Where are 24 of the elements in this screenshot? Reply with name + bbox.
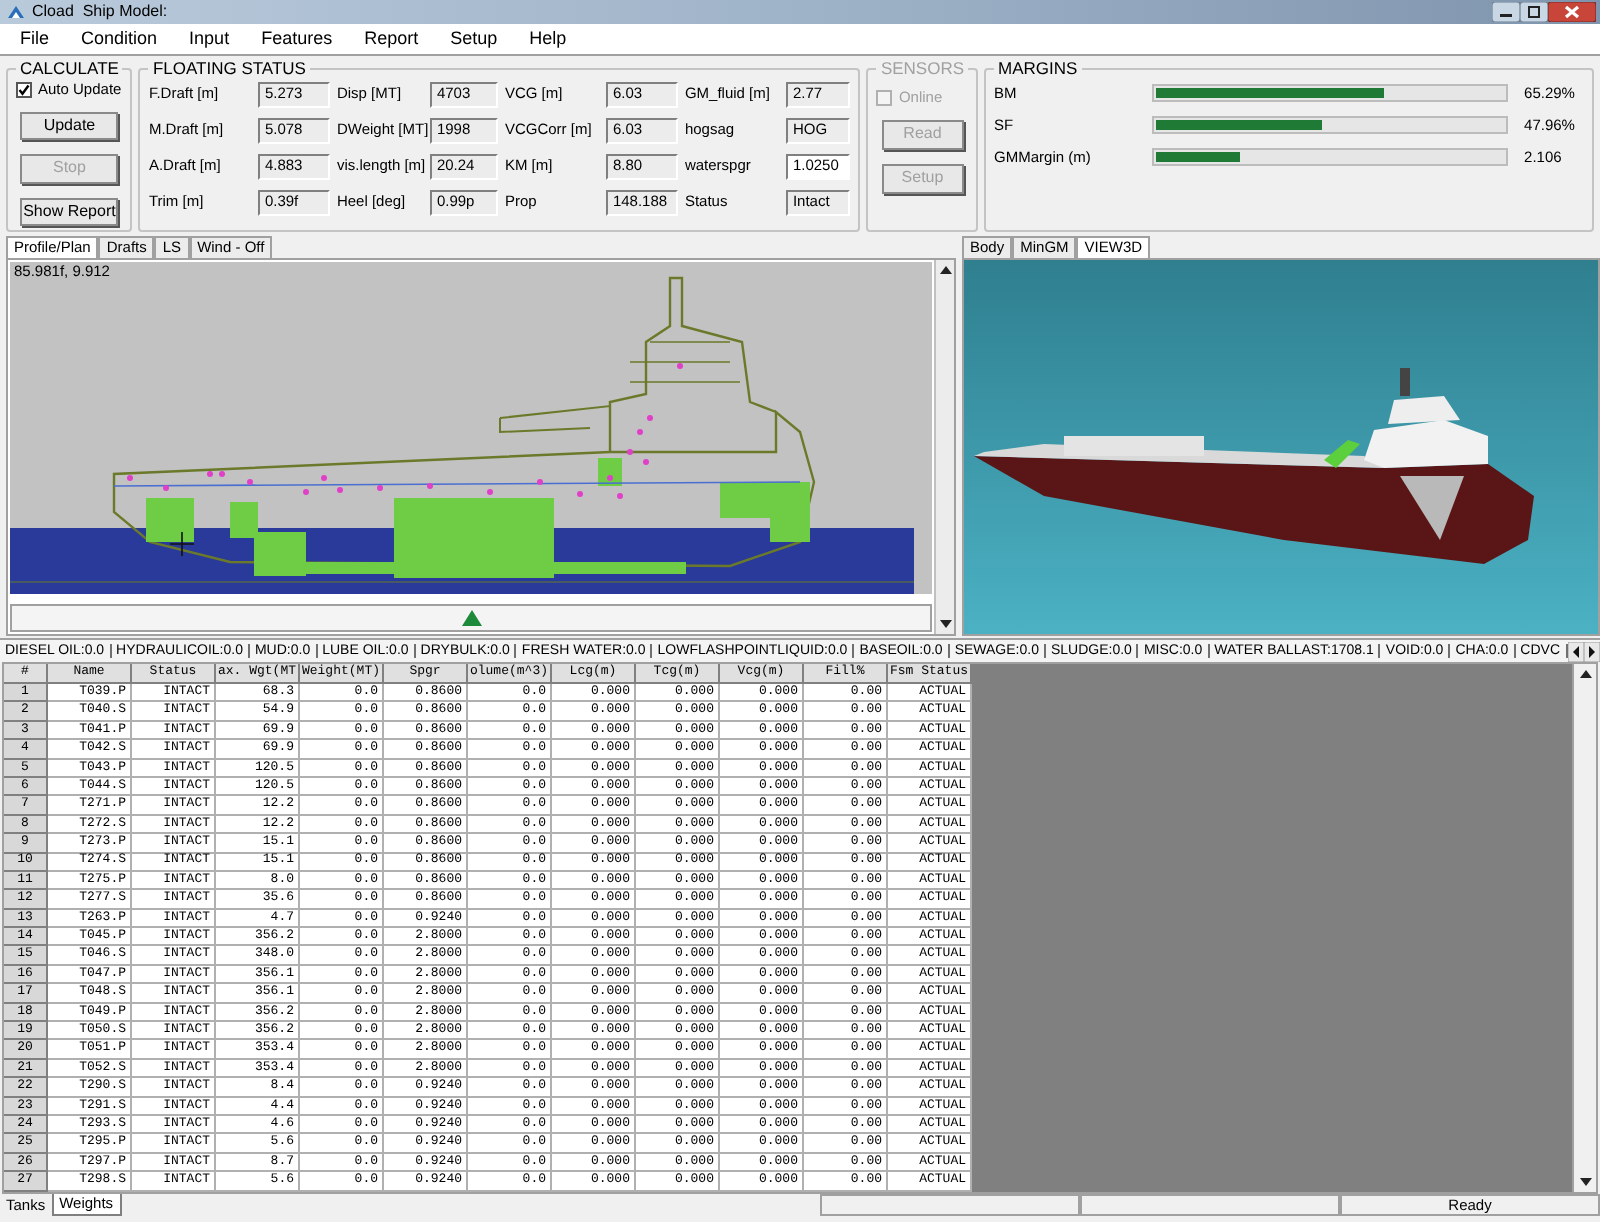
menu-item[interactable]: Help	[529, 30, 567, 48]
triangle-marker-icon[interactable]	[461, 610, 481, 626]
menu-item[interactable]: Setup	[450, 30, 498, 48]
push-button[interactable]: Show Report	[20, 197, 119, 226]
group-title: MARGINS	[996, 60, 1080, 77]
scrollbar[interactable]	[934, 260, 954, 634]
menu-item[interactable]: Condition	[81, 30, 158, 48]
push-button[interactable]: Update	[20, 111, 119, 140]
app-logo-icon	[6, 4, 26, 20]
scroll-right-icon[interactable]	[1584, 641, 1600, 661]
minimize-icon[interactable]	[1492, 1, 1520, 21]
menu-item[interactable]: Report	[364, 30, 419, 48]
menu-item[interactable]: Input	[189, 30, 230, 48]
menu-item[interactable]: Features	[261, 30, 333, 48]
group-title: FLOATING STATUS	[150, 60, 308, 77]
group-title: SENSORS	[878, 60, 967, 77]
maximize-icon[interactable]	[1520, 1, 1548, 21]
close-icon[interactable]	[1548, 1, 1596, 21]
group-title: CALCULATE	[18, 60, 121, 77]
checkbox[interactable]	[16, 81, 32, 97]
menu-item[interactable]: File	[20, 30, 50, 48]
scrollbar[interactable]	[1572, 664, 1596, 1192]
scroll-left-icon[interactable]	[1568, 641, 1584, 661]
window-title: Cload Ship Model:	[32, 4, 168, 20]
